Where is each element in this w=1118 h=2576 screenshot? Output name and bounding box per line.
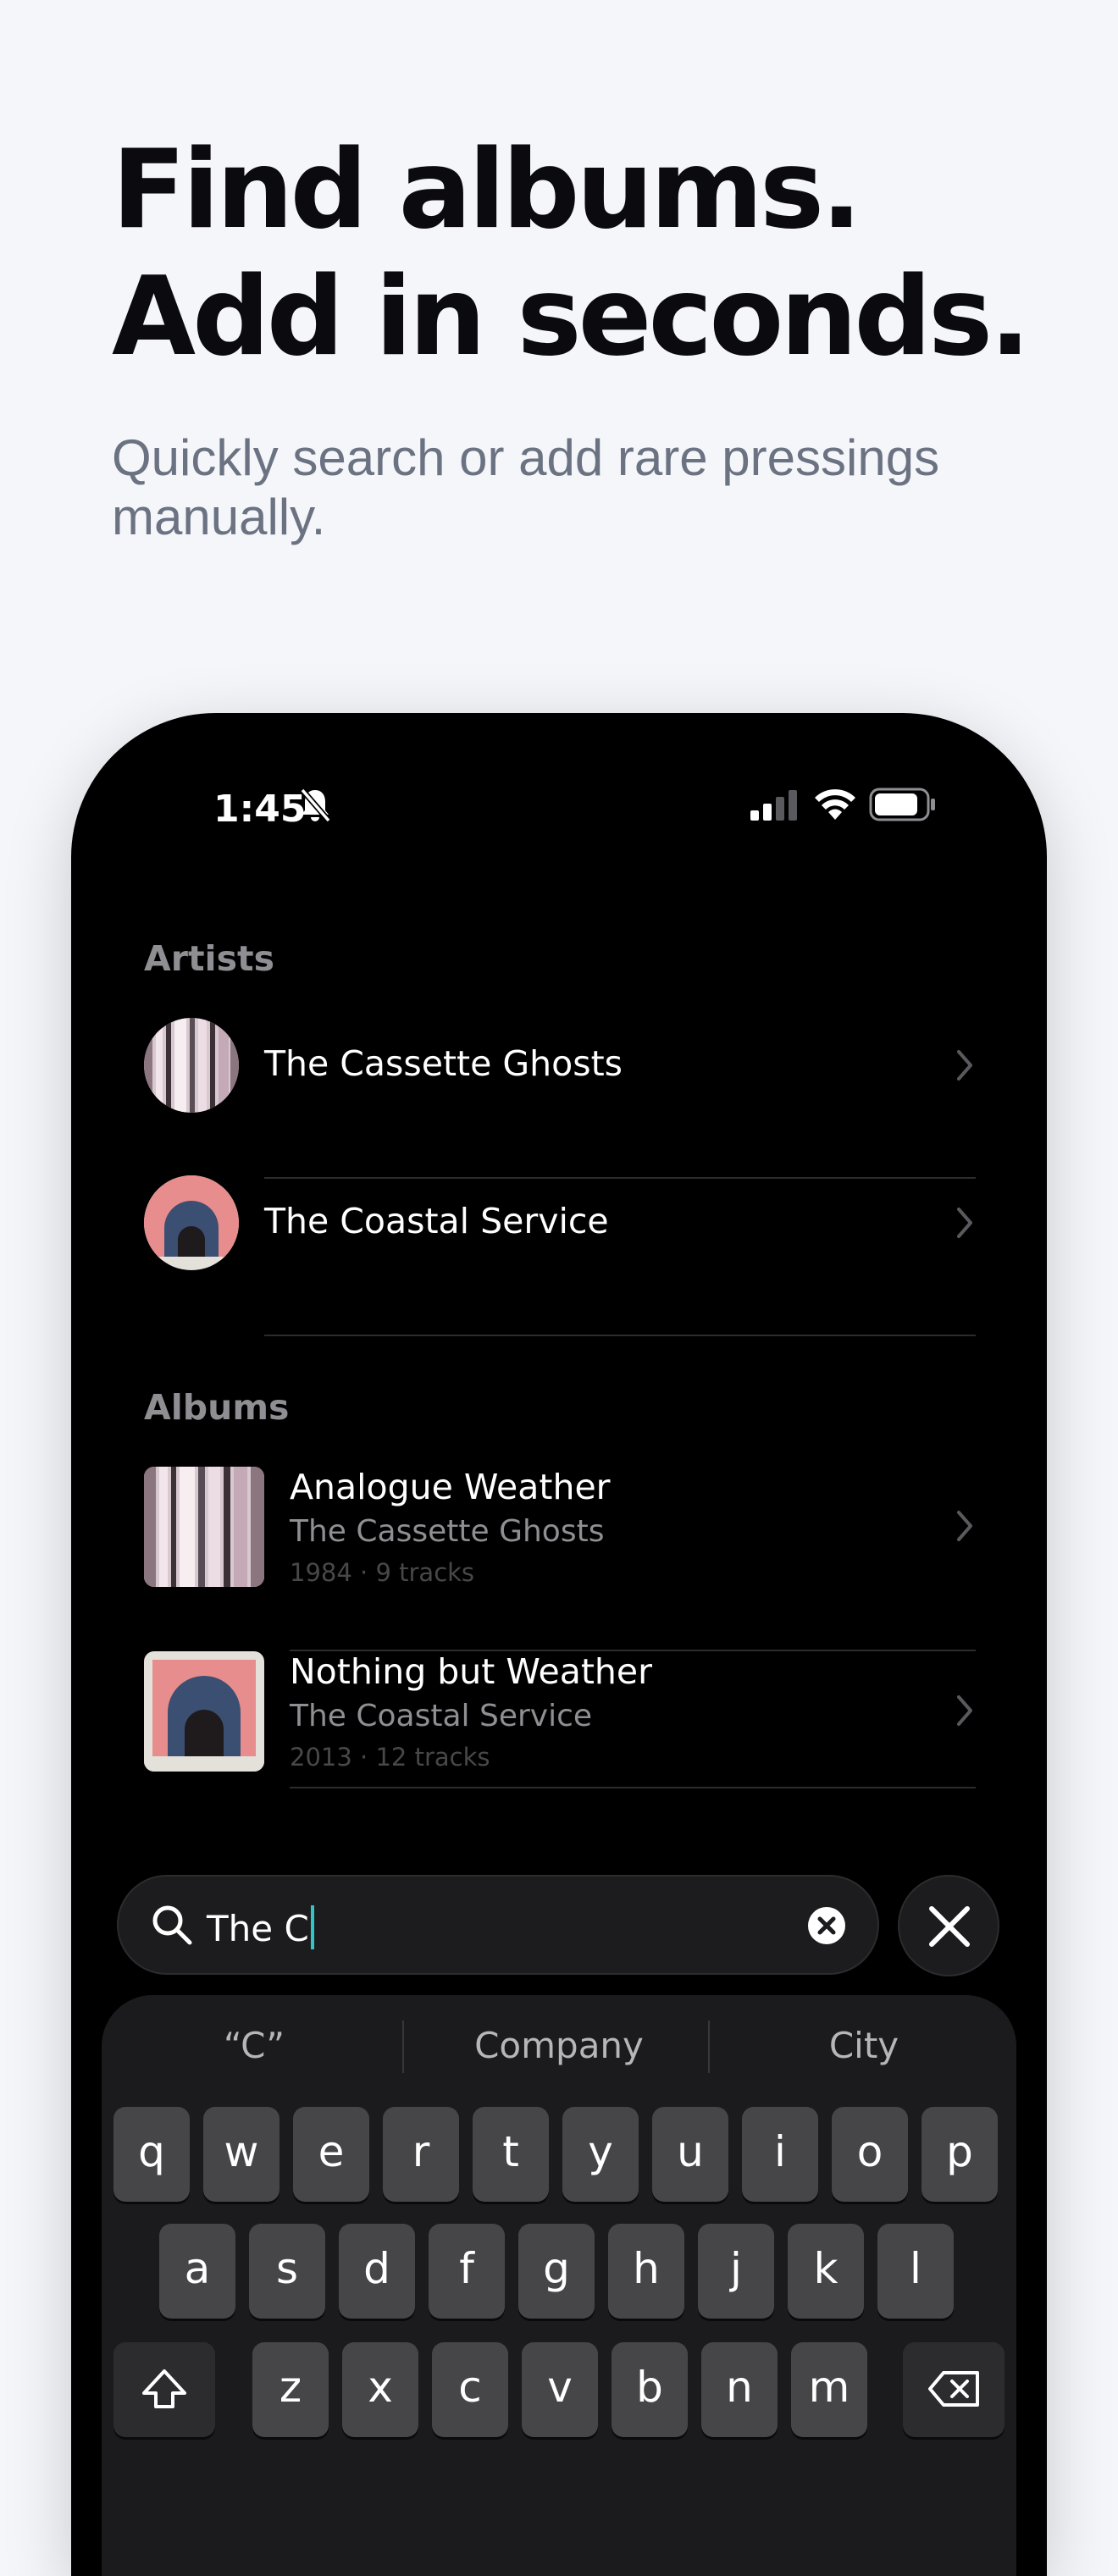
key-u[interactable]: u (652, 2107, 728, 2202)
page-headline: Find albums. Add in seconds. (112, 127, 1031, 381)
status-time: 1:45 (213, 788, 307, 831)
status-bar: 1:45 (71, 713, 1047, 831)
suggestion-item[interactable]: “C” (102, 1995, 407, 2097)
on-screen-keyboard: “C” Company City q w e r t y u i o p a s… (102, 1995, 1016, 2576)
delete-key[interactable] (903, 2342, 1005, 2437)
suggestion-item[interactable]: City (711, 1995, 1016, 2097)
headline-line-2: Add in seconds. (112, 254, 1031, 380)
row-divider (290, 1787, 976, 1788)
key-l[interactable]: l (877, 2224, 954, 2319)
artist-name: The Cassette Ghosts (264, 1043, 623, 1084)
key-o[interactable]: o (832, 2107, 908, 2202)
key-j[interactable]: j (698, 2224, 774, 2319)
row-divider (264, 1335, 976, 1336)
battery-icon (869, 788, 935, 821)
artist-avatar (144, 1175, 239, 1270)
key-y[interactable]: y (562, 2107, 639, 2202)
shift-key[interactable] (113, 2342, 215, 2437)
key-m[interactable]: m (791, 2342, 867, 2437)
suggestion-divider (402, 2020, 404, 2073)
key-z[interactable]: z (252, 2342, 329, 2437)
close-search-button[interactable] (898, 1875, 999, 1976)
album-title: Nothing but Weather (290, 1651, 652, 1692)
close-icon (929, 1906, 970, 1947)
album-artist: The Coastal Service (290, 1699, 593, 1733)
wifi-icon (815, 789, 855, 820)
artist-name: The Coastal Service (264, 1201, 609, 1241)
phone-mockup: 1:45 Artists The Cassette Ghosts The Coa… (71, 713, 1047, 2576)
shift-icon (142, 2369, 186, 2408)
search-field[interactable]: The C (117, 1875, 879, 1975)
magnifier-icon (152, 1905, 192, 1945)
key-d[interactable]: d (339, 2224, 415, 2319)
text-caret (310, 1905, 314, 1949)
cellular-signal-icon (750, 790, 797, 821)
artists-section-label: Artists (144, 938, 275, 979)
key-f[interactable]: f (429, 2224, 505, 2319)
clear-circle-icon[interactable] (806, 1905, 847, 1946)
bell-slash-icon (300, 788, 331, 823)
key-x[interactable]: x (342, 2342, 418, 2437)
artist-avatar (144, 1018, 239, 1113)
album-row[interactable]: Analogue Weather The Cassette Ghosts 198… (144, 1467, 1047, 1651)
artist-row[interactable]: The Cassette Ghosts (144, 1018, 1047, 1192)
suggestion-item[interactable]: Company (407, 1995, 711, 2097)
page-subtitle: Quickly search or add rare pressings man… (112, 429, 940, 545)
key-t[interactable]: t (473, 2107, 549, 2202)
search-value: The C (207, 1908, 309, 1949)
album-cover (144, 1467, 264, 1587)
search-input-text[interactable]: The C (207, 1905, 314, 1949)
album-meta: 2013 · 12 tracks (290, 1743, 490, 1772)
headline-line-1: Find albums. (112, 127, 862, 253)
album-row[interactable]: Nothing but Weather The Coastal Service … (144, 1651, 1047, 1836)
key-r[interactable]: r (383, 2107, 459, 2202)
key-v[interactable]: v (522, 2342, 598, 2437)
artist-row[interactable]: The Coastal Service (144, 1175, 1047, 1350)
key-s[interactable]: s (249, 2224, 325, 2319)
key-h[interactable]: h (608, 2224, 684, 2319)
album-cover (144, 1651, 264, 1772)
chevron-right-icon (957, 1695, 972, 1726)
key-k[interactable]: k (788, 2224, 864, 2319)
key-i[interactable]: i (742, 2107, 818, 2202)
key-e[interactable]: e (293, 2107, 369, 2202)
chevron-right-icon (957, 1511, 972, 1541)
key-g[interactable]: g (518, 2224, 595, 2319)
album-artist: The Cassette Ghosts (290, 1514, 605, 1549)
key-w[interactable]: w (203, 2107, 280, 2202)
key-b[interactable]: b (612, 2342, 688, 2437)
key-n[interactable]: n (701, 2342, 778, 2437)
chevron-right-icon (957, 1050, 972, 1081)
backspace-icon (928, 2371, 979, 2407)
key-a[interactable]: a (159, 2224, 235, 2319)
key-q[interactable]: q (113, 2107, 190, 2202)
key-p[interactable]: p (922, 2107, 998, 2202)
albums-section-label: Albums (144, 1387, 290, 1428)
suggestion-divider (708, 2020, 710, 2073)
album-title: Analogue Weather (290, 1467, 611, 1507)
album-meta: 1984 · 9 tracks (290, 1558, 475, 1587)
chevron-right-icon (957, 1208, 972, 1238)
key-c[interactable]: c (432, 2342, 508, 2437)
